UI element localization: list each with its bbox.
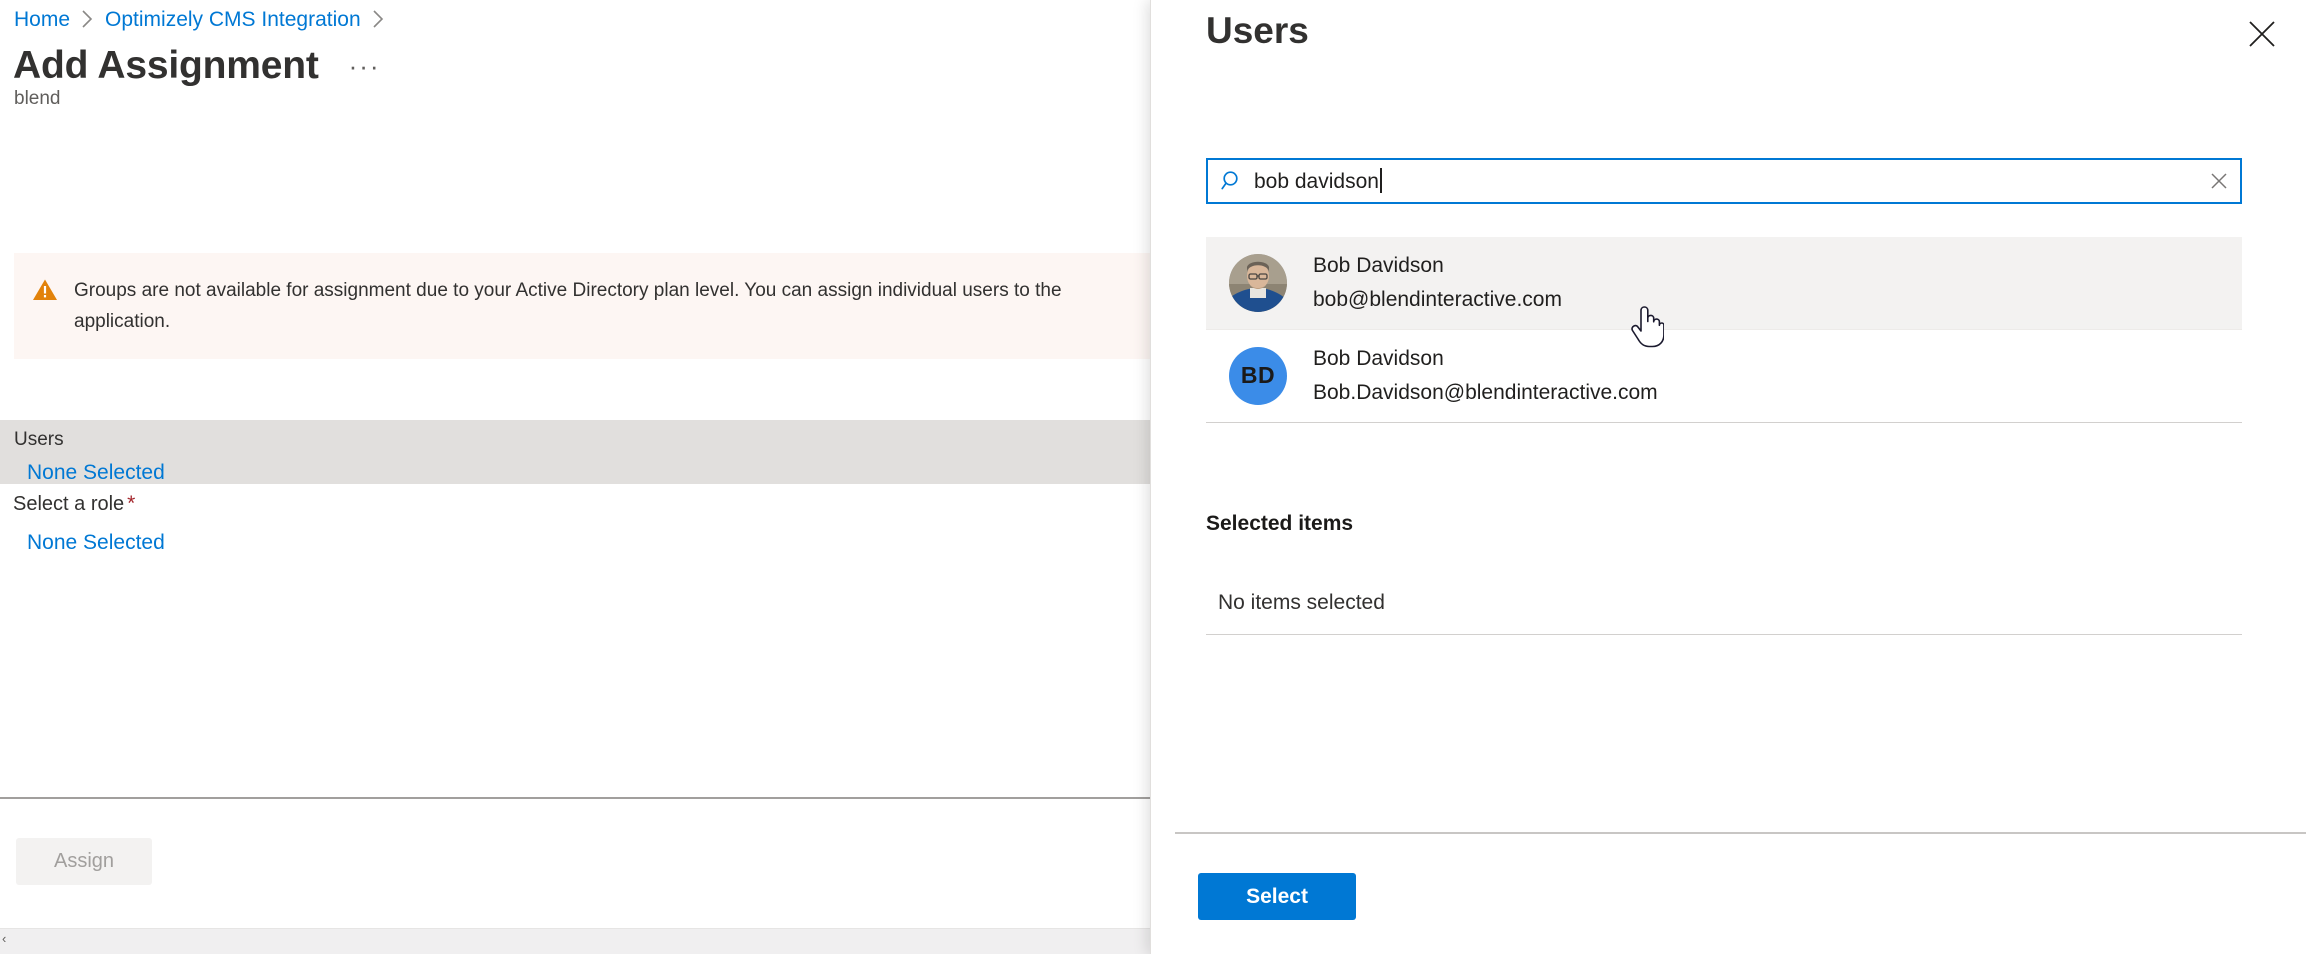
panel-title: Users: [1206, 10, 1309, 51]
avatar-photo-icon: [1229, 254, 1287, 312]
page-title: Add Assignment: [13, 44, 319, 87]
assign-button[interactable]: Assign: [16, 838, 152, 885]
search-result-row-bob-davidson-2[interactable]: BD Bob Davidson Bob.Davidson@blendintera…: [1206, 329, 2242, 421]
users-picker-panel: Users bob davidson Bob Davidson bob@blen…: [1150, 0, 2306, 954]
selected-items-empty-text: No items selected: [1218, 591, 1385, 614]
search-result-row-bob-davidson-1[interactable]: Bob Davidson bob@blendinteractive.com: [1206, 237, 2242, 329]
search-result-email: bob@blendinteractive.com: [1313, 288, 1562, 311]
search-input-text: bob davidson: [1254, 169, 1379, 193]
field-role-label: Select a role *: [13, 490, 135, 518]
clear-x-icon[interactable]: [2198, 160, 2240, 202]
search-result-text: Bob Davidson bob@blendinteractive.com: [1313, 251, 1562, 315]
select-button[interactable]: Select: [1198, 873, 1356, 920]
search-result-name: Bob Davidson: [1313, 254, 1444, 277]
search-input[interactable]: bob davidson: [1206, 158, 2242, 204]
warning-text: Groups are not available for assignment …: [74, 280, 1062, 332]
breadcrumb: Home Optimizely CMS Integration: [14, 6, 396, 34]
bottom-status-strip: ‹: [0, 928, 1152, 954]
field-users-label: Users: [14, 429, 64, 450]
text-caret: [1379, 167, 1382, 193]
panel-footer-divider: [1175, 832, 2306, 834]
avatar-initials: BD: [1229, 346, 1287, 405]
field-role-value-link[interactable]: None Selected: [27, 529, 165, 557]
blade-footer-divider: [0, 797, 1152, 799]
chevron-right-icon-2: [372, 9, 385, 29]
warning-banner: Groups are not available for assignment …: [14, 253, 1152, 359]
chevron-right-icon: [81, 9, 94, 29]
more-options-button[interactable]: ···: [345, 50, 385, 90]
selected-items-divider: [1206, 634, 2242, 635]
breadcrumb-item-optimizely-cms-integration[interactable]: Optimizely CMS Integration: [105, 6, 361, 34]
selected-items-heading: Selected items: [1206, 512, 1354, 535]
bottom-strip-glyph: ‹: [2, 931, 7, 946]
close-icon[interactable]: [2238, 10, 2286, 58]
search-result-email-2: Bob.Davidson@blendinteractive.com: [1313, 380, 1658, 404]
page-subtitle: blend: [14, 88, 61, 109]
search-result-name-2: Bob Davidson: [1313, 346, 1444, 370]
search-results-list: Bob Davidson bob@blendinteractive.com BD…: [1206, 237, 2242, 421]
warning-triangle-icon: [32, 278, 58, 302]
breadcrumb-item-home[interactable]: Home: [14, 6, 70, 34]
field-role-label-text: Select a role: [13, 493, 125, 515]
search-result-text-2: Bob Davidson Bob.Davidson@blendinteracti…: [1313, 344, 1658, 408]
search-input-value[interactable]: bob davidson: [1254, 167, 2198, 195]
field-users: Users None Selected: [0, 420, 1152, 484]
search-icon: [1220, 169, 1244, 193]
page-title-row: Add Assignment ···: [13, 42, 385, 89]
app-root: Home Optimizely CMS Integration Add Assi…: [0, 0, 2306, 954]
add-assignment-blade: Home Optimizely CMS Integration Add Assi…: [0, 0, 1152, 954]
field-users-value-link[interactable]: None Selected: [27, 459, 165, 487]
results-divider: [1206, 422, 2242, 423]
required-marker: *: [127, 492, 136, 515]
